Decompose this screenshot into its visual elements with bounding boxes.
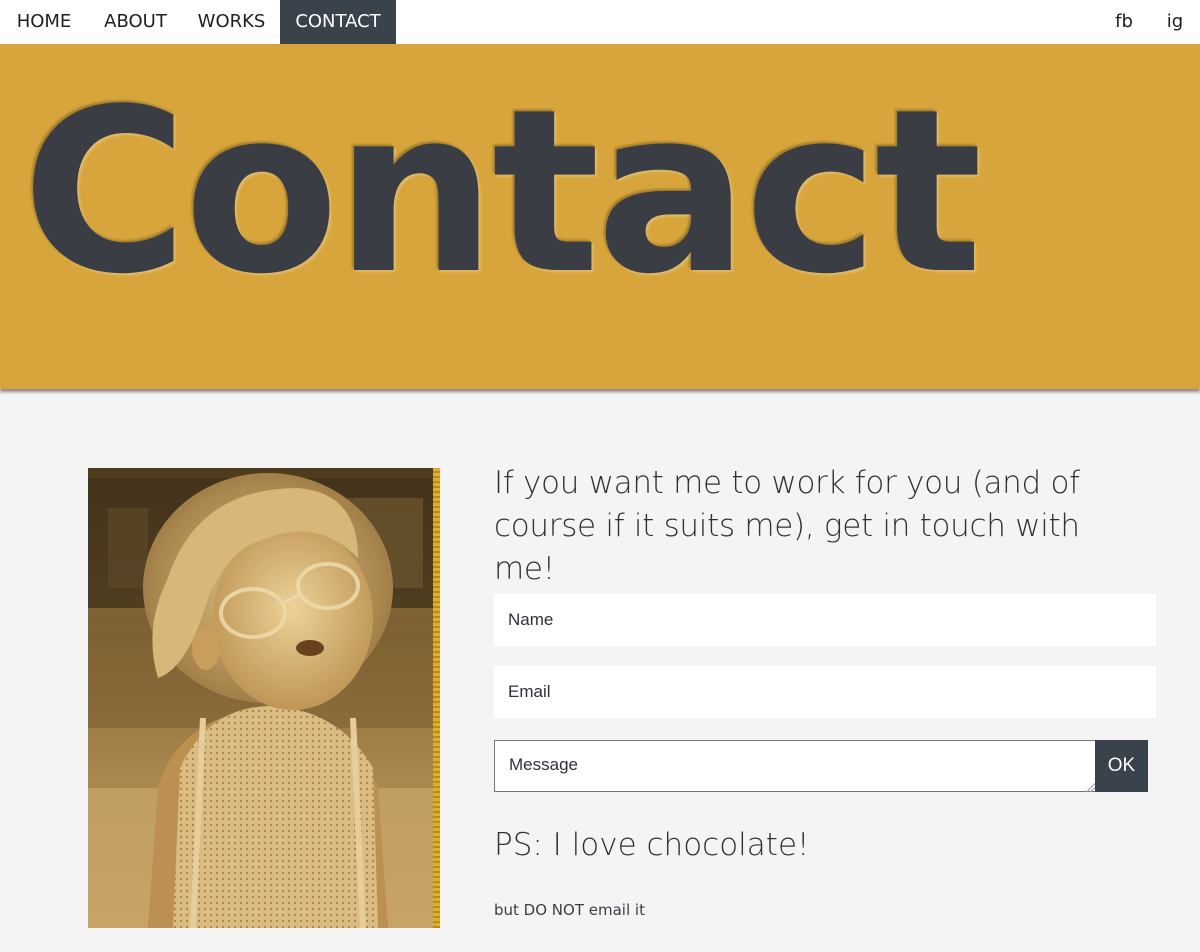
- top-nav: HOME ABOUT WORKS CONTACT fb ig: [0, 0, 1200, 44]
- ps-heading: PS: I love chocolate!: [494, 827, 810, 863]
- email-field[interactable]: [494, 666, 1156, 718]
- hero-banner: Contact: [0, 44, 1200, 389]
- page-title: Contact: [22, 61, 983, 324]
- ps-subtext: but DO NOT email it: [494, 901, 645, 919]
- name-field[interactable]: [494, 594, 1156, 646]
- photo-frame-edge: [433, 468, 440, 928]
- nav-item-contact[interactable]: CONTACT: [280, 0, 396, 44]
- nav-item-home[interactable]: HOME: [0, 0, 88, 44]
- nav-item-about[interactable]: ABOUT: [88, 0, 183, 44]
- facebook-link[interactable]: fb: [1102, 0, 1146, 44]
- message-field[interactable]: [494, 740, 1096, 792]
- submit-button[interactable]: OK: [1095, 740, 1148, 792]
- intro-text: If you want me to work for you (and of c…: [494, 465, 1080, 587]
- resize-handle-icon[interactable]: [1085, 782, 1095, 792]
- portrait-photo: [88, 468, 440, 928]
- instagram-link[interactable]: ig: [1152, 0, 1198, 44]
- child-portrait-image: [88, 468, 440, 928]
- nav-item-works[interactable]: WORKS: [183, 0, 280, 44]
